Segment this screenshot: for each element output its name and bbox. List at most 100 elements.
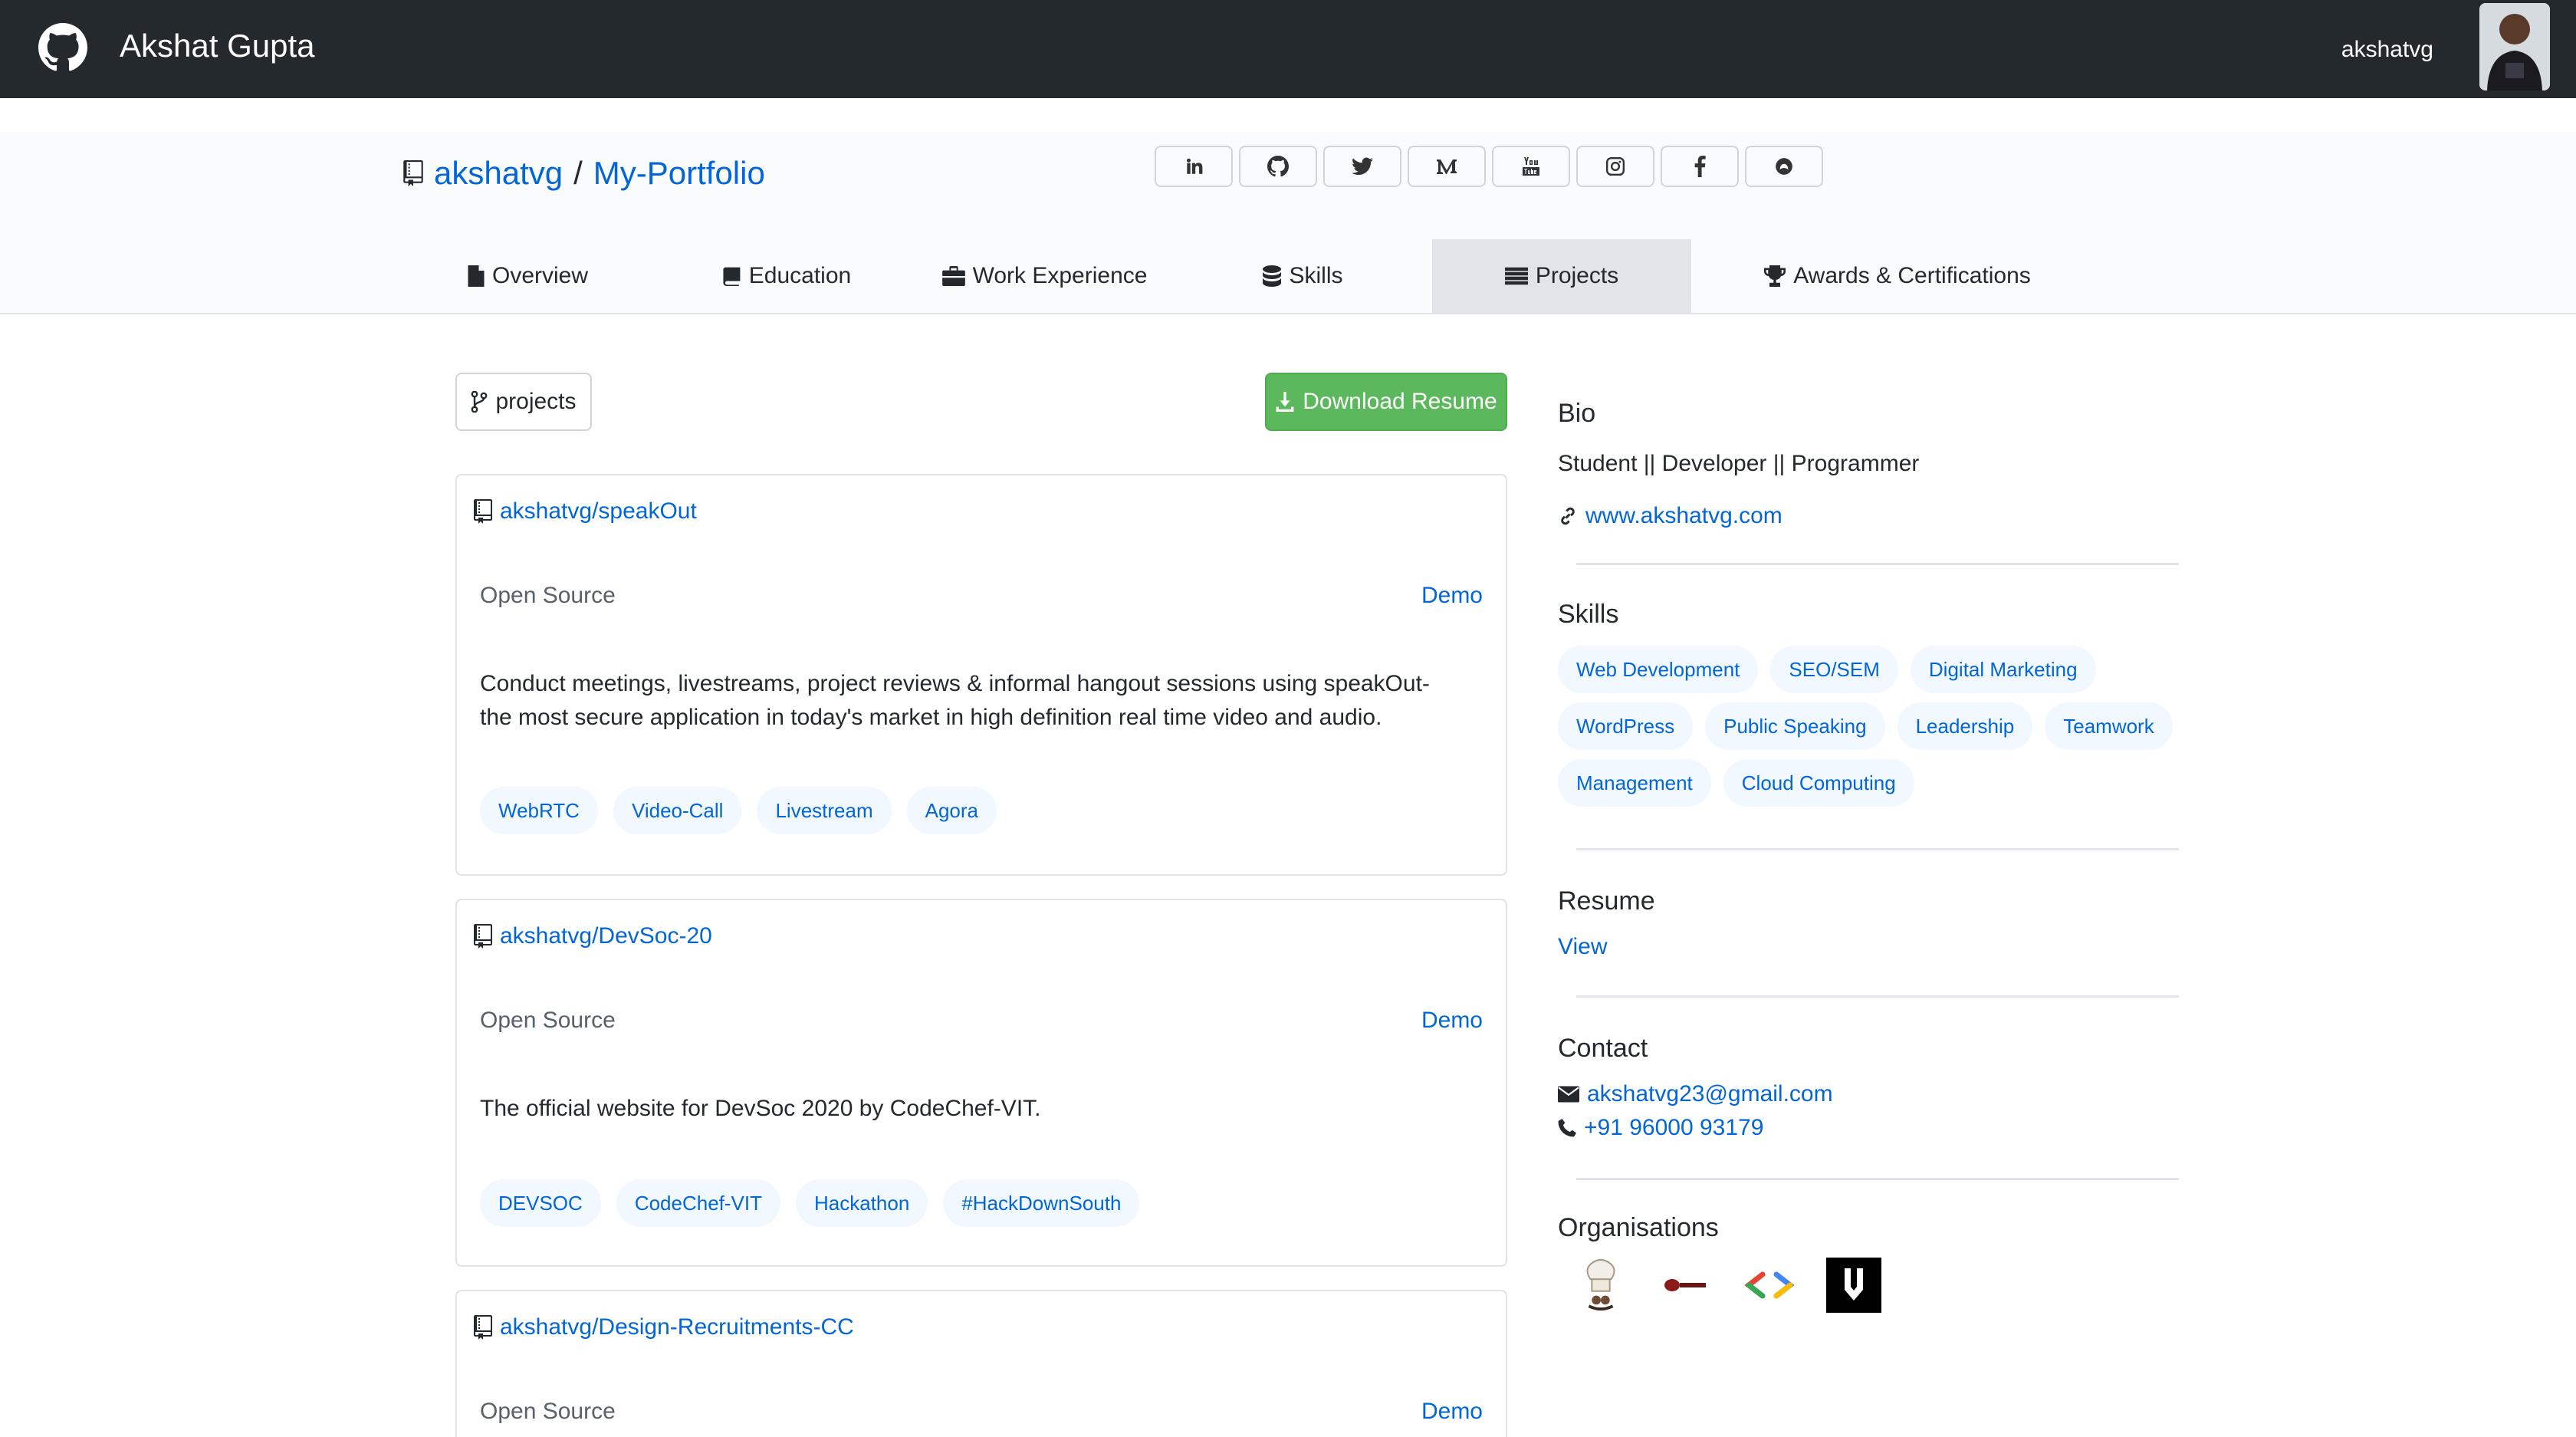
twitter-button[interactable] — [1323, 146, 1401, 187]
project-link[interactable]: akshatvg/Design-Recruitments-CC — [500, 1314, 854, 1340]
file-icon — [468, 265, 485, 287]
repo-icon — [474, 924, 492, 949]
tag-chip[interactable]: #HackDownSouth — [943, 1179, 1140, 1227]
skill-chip[interactable]: Leadership — [1897, 702, 2033, 750]
envelope-icon — [1558, 1086, 1579, 1103]
organisations-list — [1573, 1258, 1881, 1313]
email-row: akshatvg23@gmail.com — [1558, 1081, 1833, 1107]
repo-separator: / — [573, 155, 583, 191]
project-card: akshatvg/speakOut Open Source Demo Condu… — [455, 474, 1507, 876]
divider — [1576, 1178, 2179, 1180]
demo-link[interactable]: Demo — [1421, 1399, 1483, 1425]
codechef-vit-logo[interactable] — [1573, 1258, 1628, 1313]
tab-work-experience[interactable]: Work Experience — [915, 239, 1174, 313]
demo-link[interactable]: Demo — [1421, 583, 1483, 609]
tag-chip[interactable]: Livestream — [757, 787, 892, 834]
project-title: akshatvg/Design-Recruitments-CC — [474, 1314, 854, 1340]
skill-chip[interactable]: Management — [1558, 759, 1711, 807]
tag-chip[interactable]: WebRTC — [480, 787, 598, 834]
resume-view-link[interactable]: View — [1558, 934, 1607, 960]
tag-chip[interactable]: CodeChef-VIT — [616, 1179, 780, 1227]
repo-icon — [474, 499, 492, 524]
tag-chip[interactable]: Agora — [906, 787, 997, 834]
branch-button[interactable]: projects — [455, 373, 592, 431]
repo-header: akshatvg / My-Portfolio Overview Educati… — [0, 132, 2576, 314]
demo-link[interactable]: Demo — [1421, 1008, 1483, 1034]
social-buttons — [1155, 146, 1823, 187]
org-logo-2[interactable] — [1658, 1258, 1713, 1313]
website-row: www.akshatvg.com — [1558, 503, 1783, 529]
skill-chip[interactable]: Web Development — [1558, 646, 1759, 693]
project-link[interactable]: akshatvg/speakOut — [500, 498, 697, 524]
link-icon — [1561, 507, 1575, 525]
tab-overview[interactable]: Overview — [399, 239, 657, 313]
tab-awards-certifications[interactable]: Awards & Certifications — [1691, 239, 2104, 313]
project-type: Open Source — [480, 1008, 616, 1033]
website-link[interactable]: www.akshatvg.com — [1585, 503, 1783, 529]
skill-chip[interactable]: Teamwork — [2045, 702, 2173, 750]
phone-link[interactable]: +91 96000 93179 — [1584, 1115, 1763, 1141]
divider — [1576, 995, 2179, 998]
divider — [1576, 848, 2179, 850]
phone-icon — [1558, 1119, 1576, 1137]
skill-chip[interactable]: WordPress — [1558, 702, 1694, 750]
tab-skills[interactable]: Skills — [1174, 239, 1432, 313]
repo-owner-link[interactable]: akshatvg — [434, 155, 563, 192]
tab-education[interactable]: Education — [657, 239, 915, 313]
briefcase-icon — [941, 266, 965, 286]
facebook-button[interactable] — [1661, 146, 1739, 187]
github-logo-icon[interactable] — [38, 23, 87, 72]
repo-title: akshatvg / My-Portfolio — [403, 155, 765, 192]
tag-chip[interactable]: Hackathon — [796, 1179, 928, 1227]
download-label: Download Resume — [1303, 389, 1497, 414]
git-branch-icon — [472, 391, 488, 413]
phone-row: +91 96000 93179 — [1558, 1115, 1763, 1141]
repo-name-link[interactable]: My-Portfolio — [593, 155, 765, 192]
codechef-button[interactable] — [1745, 146, 1823, 187]
repo-icon — [474, 1315, 492, 1340]
bio-text: Student || Developer || Programmer — [1558, 451, 1920, 476]
linkedin-button[interactable] — [1155, 146, 1233, 187]
top-navbar: Akshat Gupta akshatvg — [0, 0, 2576, 98]
tab-label: Skills — [1289, 263, 1343, 288]
tag-chip[interactable]: DEVSOC — [480, 1179, 601, 1227]
profile-tabs: Overview Education Work Experience Skill… — [399, 239, 2104, 313]
branch-label: projects — [495, 389, 577, 414]
tab-label: Overview — [491, 263, 589, 288]
download-resume-button[interactable]: Download Resume — [1265, 373, 1507, 431]
tab-label: Projects — [1535, 263, 1619, 288]
database-icon — [1263, 265, 1282, 287]
instagram-button[interactable] — [1576, 146, 1654, 187]
divider — [1576, 563, 2179, 565]
skill-chip[interactable]: SEO/SEM — [1770, 646, 1898, 693]
project-link[interactable]: akshatvg/DevSoc-20 — [500, 923, 712, 949]
google-dsc-logo[interactable] — [1742, 1258, 1797, 1313]
brand-name[interactable]: Akshat Gupta — [120, 28, 314, 64]
github-button[interactable] — [1239, 146, 1317, 187]
trophy-icon — [1764, 265, 1786, 287]
tag-chip[interactable]: Video-Call — [613, 787, 742, 834]
medium-button[interactable] — [1408, 146, 1486, 187]
youtube-button[interactable] — [1492, 146, 1570, 187]
username[interactable]: akshatvg — [2341, 37, 2433, 63]
org-logo-4[interactable] — [1826, 1258, 1881, 1313]
avatar[interactable] — [2479, 3, 2550, 90]
project-title: akshatvg/speakOut — [474, 498, 697, 524]
tab-label: Awards & Certifications — [1793, 263, 2031, 288]
project-type: Open Source — [480, 583, 616, 608]
skill-chip[interactable]: Public Speaking — [1705, 702, 1885, 750]
skills-list: Web Development SEO/SEM Digital Marketin… — [1558, 646, 2179, 807]
email-link[interactable]: akshatvg23@gmail.com — [1587, 1081, 1833, 1107]
github-icon — [1267, 156, 1289, 177]
tab-label: Education — [748, 263, 852, 288]
skill-chip[interactable]: Digital Marketing — [1910, 646, 2096, 693]
project-description: The official website for DevSoc 2020 by … — [480, 1096, 1041, 1121]
project-title: akshatvg/DevSoc-20 — [474, 923, 712, 949]
tab-projects[interactable]: Projects — [1432, 239, 1691, 313]
skills-heading: Skills — [1558, 600, 1619, 629]
download-icon — [1276, 392, 1294, 412]
project-type: Open Source — [480, 1399, 616, 1424]
bio-heading: Bio — [1558, 399, 1596, 428]
skill-chip[interactable]: Cloud Computing — [1723, 759, 1914, 807]
resume-heading: Resume — [1558, 886, 1655, 916]
